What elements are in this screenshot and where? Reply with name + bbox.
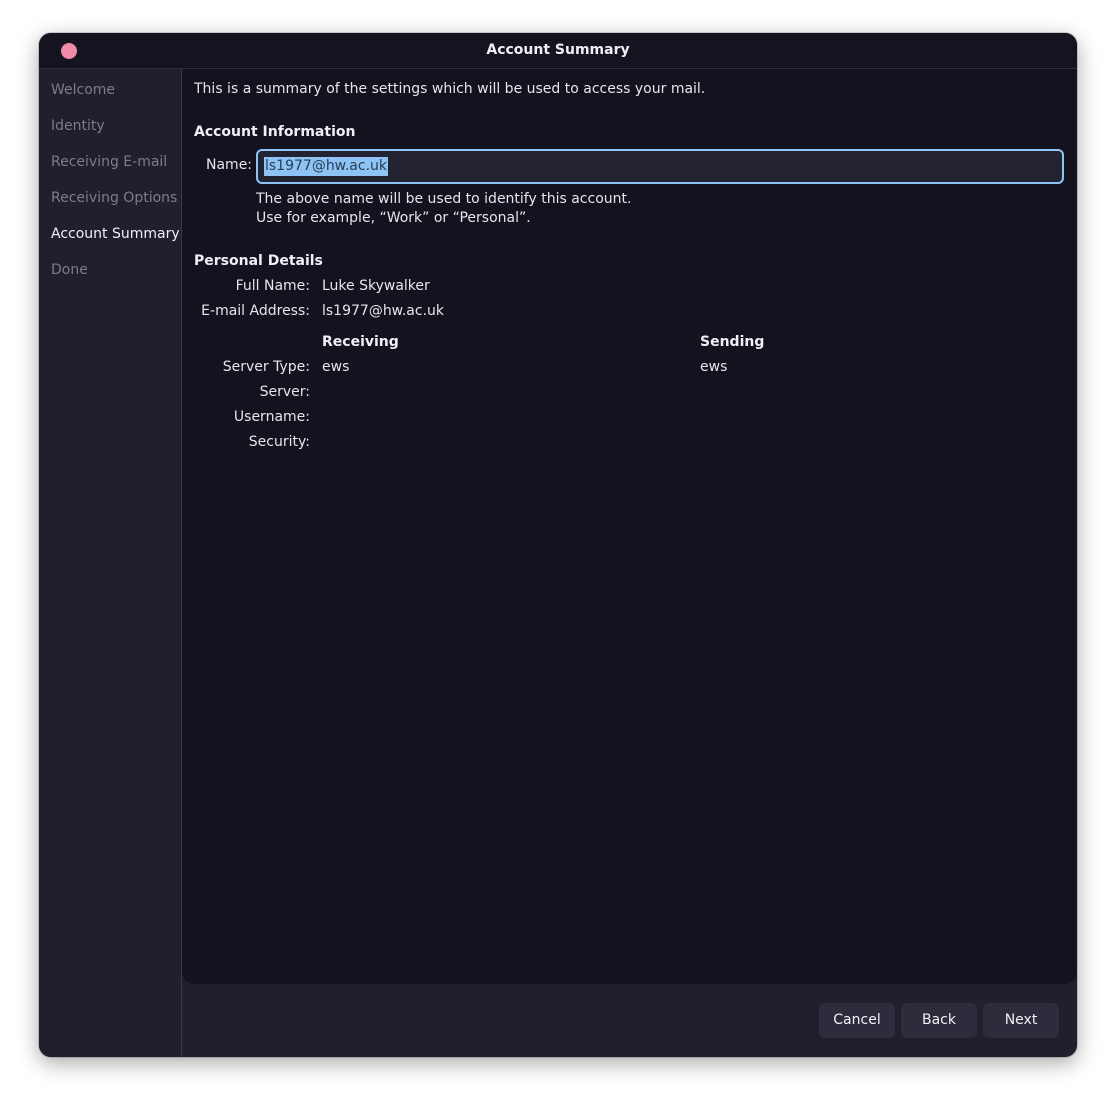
sidebar-item-account-summary[interactable]: Account Summary	[51, 226, 180, 242]
sidebar-item-identity[interactable]: Identity	[51, 118, 105, 134]
name-label: Name:	[206, 157, 253, 173]
assistant-window: Account Summary Welcome Identity Receivi…	[39, 33, 1077, 1057]
personal-details-heading: Personal Details	[194, 253, 323, 269]
account-name-value: ls1977@hw.ac.uk	[264, 157, 389, 176]
account-information-heading: Account Information	[194, 124, 356, 140]
sidebar-item-welcome[interactable]: Welcome	[51, 82, 115, 98]
email-label: E-mail Address:	[201, 303, 310, 319]
name-hint-line1: The above name will be used to identify …	[256, 191, 632, 207]
account-name-input[interactable]: ls1977@hw.ac.uk	[256, 149, 1064, 184]
back-button[interactable]: Back	[901, 1003, 977, 1038]
content-panel: This is a summary of the settings which …	[182, 69, 1077, 984]
full-name-value: Luke Skywalker	[322, 278, 430, 294]
sidebar: Welcome Identity Receiving E-mail Receiv…	[39, 69, 182, 1057]
sidebar-item-receiving-email[interactable]: Receiving E-mail	[51, 154, 167, 170]
server-label: Server:	[259, 384, 310, 400]
sidebar-item-receiving-options[interactable]: Receiving Options	[51, 190, 177, 206]
email-value: ls1977@hw.ac.uk	[322, 303, 445, 319]
sending-server-type: ews	[700, 359, 728, 375]
security-label: Security:	[248, 434, 310, 450]
sidebar-item-done[interactable]: Done	[51, 262, 88, 278]
window-title: Account Summary	[486, 42, 630, 58]
username-label: Username:	[233, 409, 310, 425]
name-hint-line2: Use for example, “Work” or “Personal”.	[256, 210, 531, 226]
next-button[interactable]: Next	[983, 1003, 1059, 1038]
sending-heading: Sending	[700, 334, 765, 350]
full-name-label: Full Name:	[235, 278, 310, 294]
title-bar: Account Summary	[39, 33, 1077, 69]
receiving-heading: Receiving	[322, 334, 399, 350]
intro-text: This is a summary of the settings which …	[194, 81, 706, 97]
cancel-button[interactable]: Cancel	[819, 1003, 895, 1038]
receiving-server-type: ews	[322, 359, 350, 375]
server-type-label: Server Type:	[222, 359, 310, 375]
